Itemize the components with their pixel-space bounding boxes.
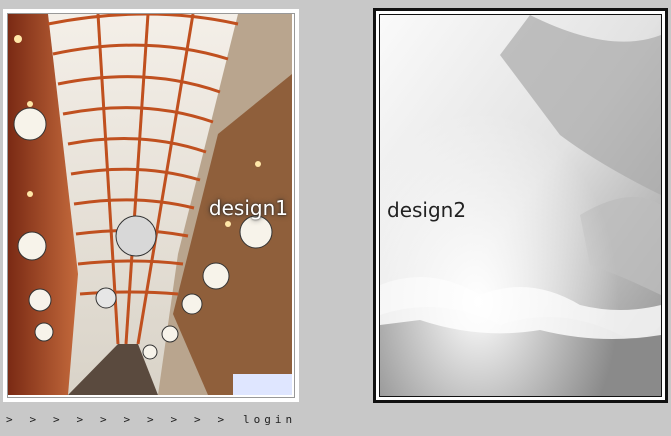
nav-arrow[interactable]: > xyxy=(147,413,171,426)
nav-arrow[interactable]: > xyxy=(124,413,148,426)
nav-arrow[interactable]: > xyxy=(30,413,54,426)
design1-frame: design1 xyxy=(7,13,295,398)
nav-arrow[interactable]: > xyxy=(53,413,77,426)
login-link[interactable]: login xyxy=(243,413,296,426)
design1-label: design1 xyxy=(208,196,288,220)
design2-label: design2 xyxy=(387,198,467,222)
design2-frame: design2 xyxy=(379,14,662,397)
nav-arrow[interactable]: > xyxy=(218,413,242,426)
nav-arrow[interactable]: > xyxy=(77,413,101,426)
nav-arrow[interactable]: > xyxy=(6,413,30,426)
design2-card[interactable]: design2 xyxy=(373,8,668,403)
nav-arrow[interactable]: > xyxy=(194,413,218,426)
nav-arrow[interactable]: > xyxy=(171,413,195,426)
design1-card[interactable]: design1 xyxy=(3,9,299,402)
bottom-nav: > > > > > > > > > > login xyxy=(6,409,296,429)
nav-arrow[interactable]: > xyxy=(100,413,124,426)
